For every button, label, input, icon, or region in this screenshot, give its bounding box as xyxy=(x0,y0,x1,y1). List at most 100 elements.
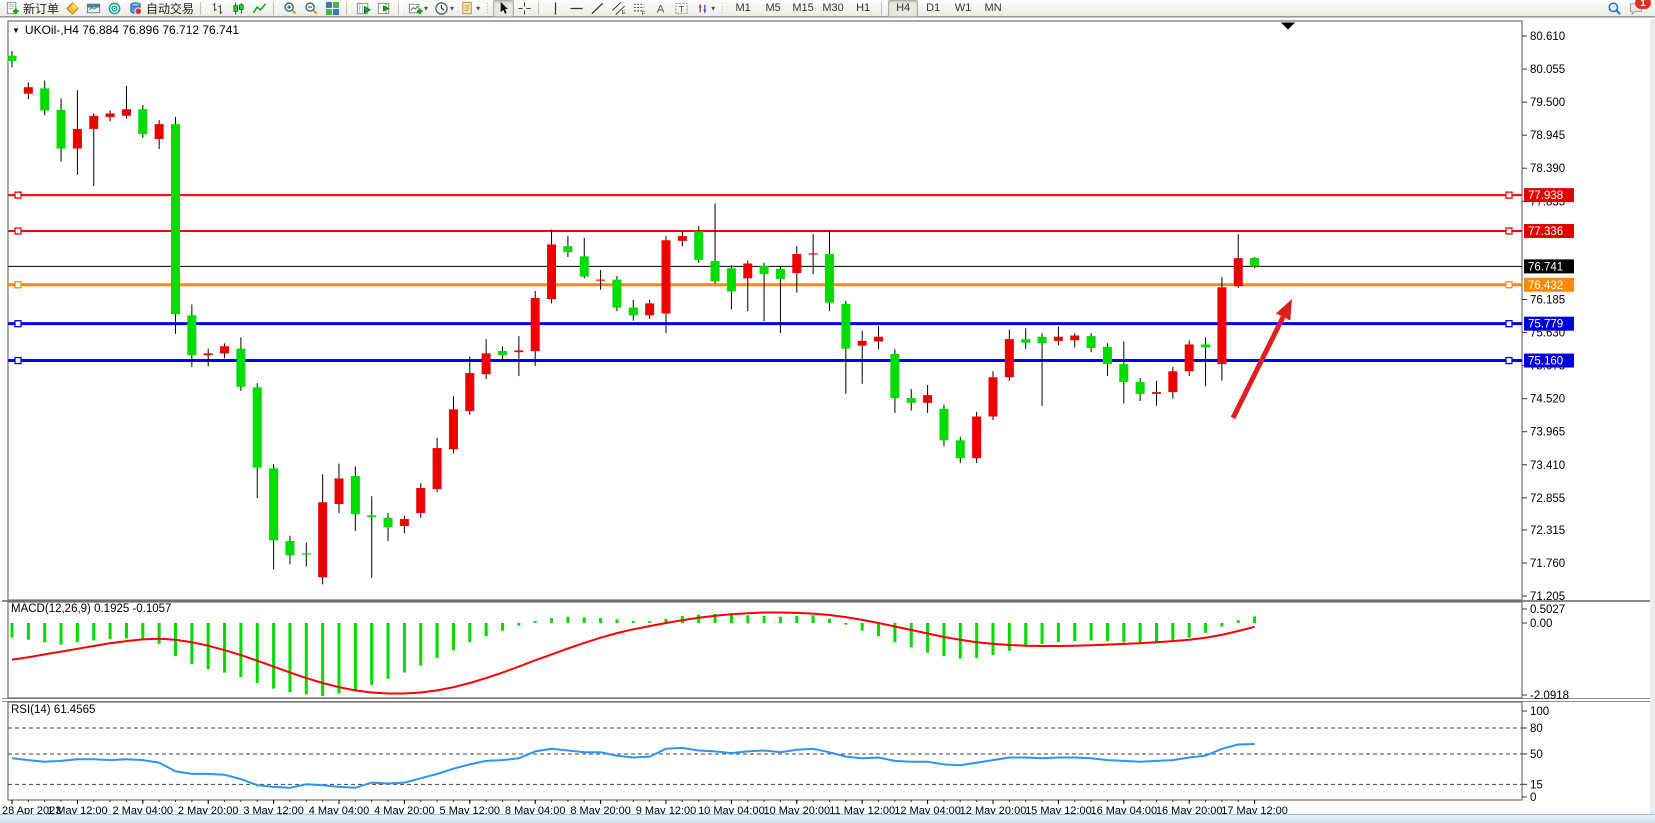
fibonacci-button[interactable]: F xyxy=(629,0,650,17)
auto-scroll-button[interactable] xyxy=(353,0,374,17)
line-handle[interactable] xyxy=(1506,192,1512,198)
candle-body xyxy=(1217,287,1226,364)
line-handle[interactable] xyxy=(15,192,21,198)
tile-windows-button[interactable] xyxy=(322,0,343,17)
line-handle[interactable] xyxy=(15,321,21,327)
arrow-shaft[interactable] xyxy=(1233,317,1283,418)
chart-window-button[interactable] xyxy=(83,0,104,17)
line-handle[interactable] xyxy=(1506,228,1512,234)
line-handle[interactable] xyxy=(1506,321,1512,327)
chevron-down-icon[interactable]: ▾ xyxy=(450,4,454,13)
line-chart-button[interactable] xyxy=(249,0,270,17)
axis-tick-label: 71.205 xyxy=(1530,591,1565,603)
new-chart-button[interactable]: ▾ xyxy=(405,0,431,17)
tf-mn-button[interactable]: MN xyxy=(978,0,1008,17)
price-axis[interactable]: 80.61080.05579.50078.94578.39077.83576.1… xyxy=(1522,31,1569,804)
tf-d1-button[interactable]: D1 xyxy=(918,0,948,17)
text-button[interactable]: A xyxy=(650,0,671,17)
tf-m5-button[interactable]: M5 xyxy=(758,0,788,17)
svg-text:E: E xyxy=(622,10,626,16)
candle-body xyxy=(8,56,17,61)
crosshair-button[interactable] xyxy=(514,0,535,17)
axis-tick-label: 72.315 xyxy=(1530,525,1565,537)
candle-body xyxy=(384,518,393,528)
chevron-down-icon[interactable]: ▾ xyxy=(476,4,480,13)
price-chart[interactable]: 80.61080.05579.50078.94578.39077.83576.1… xyxy=(0,18,1655,823)
fibonacci-icon: F xyxy=(632,1,647,16)
toolbar-drag-handle[interactable] xyxy=(486,2,490,14)
chat-button-wrap[interactable]: 1 xyxy=(1628,1,1644,16)
templates-button[interactable]: ▾ xyxy=(457,0,483,17)
candles-chart-icon xyxy=(231,1,246,16)
cursor-button[interactable] xyxy=(493,0,514,17)
search-button[interactable] xyxy=(1604,0,1625,17)
arrows-button[interactable]: ▾ xyxy=(692,0,718,17)
zoom-in-button[interactable] xyxy=(280,0,301,17)
notification-badge: 1 xyxy=(1635,0,1651,9)
new-order-button[interactable]: 新订单 xyxy=(2,0,62,17)
chevron-down-icon[interactable]: ▾ xyxy=(424,4,428,13)
chart-shift-button[interactable] xyxy=(374,0,395,17)
tf-w1-button[interactable]: W1 xyxy=(948,0,978,17)
vertical-line-button[interactable] xyxy=(545,0,566,17)
candle-body xyxy=(694,231,703,260)
signal-icon xyxy=(107,1,122,16)
line-handle[interactable] xyxy=(15,228,21,234)
new-chart-icon xyxy=(408,1,423,16)
line-handle[interactable] xyxy=(15,282,21,288)
line-handle[interactable] xyxy=(1506,282,1512,288)
chart-shift-marker[interactable] xyxy=(1281,23,1295,30)
chart-window: 80.61080.05579.50078.94578.39077.83576.1… xyxy=(0,17,1655,814)
signal-button[interactable] xyxy=(104,0,125,17)
hline-icon xyxy=(569,1,584,16)
axis-tick-label: 0.00 xyxy=(1530,618,1552,630)
collapse-triangle-icon[interactable]: ▼ xyxy=(12,26,20,35)
label-button[interactable]: T xyxy=(671,0,692,17)
tf-h1-button[interactable]: H1 xyxy=(848,0,878,17)
bar-chart-button[interactable] xyxy=(207,0,228,17)
template-icon xyxy=(460,1,475,16)
metatrader-window: { "toolbar": { "new_order_label": "新订单",… xyxy=(0,0,1655,823)
bottom-strip xyxy=(0,814,1655,823)
candle-body xyxy=(711,261,720,281)
annotation-arrow[interactable] xyxy=(1233,299,1292,418)
line-handle[interactable] xyxy=(15,358,21,364)
zoom-out-button[interactable] xyxy=(301,0,322,17)
line-handle[interactable] xyxy=(1506,358,1512,364)
candle-body xyxy=(449,409,458,449)
candle-body xyxy=(351,476,360,514)
candle-body xyxy=(939,409,948,441)
channel-button[interactable]: E xyxy=(608,0,629,17)
vline-icon xyxy=(548,1,563,16)
candle-body xyxy=(874,337,883,342)
horizontal-line-button[interactable] xyxy=(566,0,587,17)
candle-body xyxy=(204,353,213,355)
trendline-button[interactable] xyxy=(587,0,608,17)
toolbar-drag-handle[interactable] xyxy=(721,2,725,14)
tf-m15-button[interactable]: M15 xyxy=(788,0,818,17)
periods-button[interactable]: ▾ xyxy=(431,0,457,17)
search-icon xyxy=(1607,1,1622,16)
candle-body xyxy=(106,113,115,117)
metaeditor-button[interactable] xyxy=(62,0,83,17)
candle-body xyxy=(760,266,769,274)
candlestick-chart-button[interactable] xyxy=(228,0,249,17)
candle-body xyxy=(40,88,49,110)
axis-tick-label: 72.855 xyxy=(1530,493,1565,505)
candle-body xyxy=(465,373,474,411)
candle-body xyxy=(24,87,33,94)
autotrading-button[interactable]: 自动交易 xyxy=(125,0,197,17)
new-order-icon xyxy=(5,1,20,16)
toolbar-separator xyxy=(273,2,277,15)
tf-m30-button[interactable]: M30 xyxy=(818,0,848,17)
toolbar-separator xyxy=(881,2,885,15)
chat-button[interactable]: 1 xyxy=(1625,0,1655,17)
tf-h4-button[interactable]: H4 xyxy=(888,0,918,17)
rsi-pane xyxy=(8,728,1522,788)
chevron-down-icon[interactable]: ▾ xyxy=(711,4,715,13)
candle-body xyxy=(416,488,425,513)
axis-tick-label: 79.500 xyxy=(1530,97,1565,109)
diamond-icon xyxy=(65,1,80,16)
tf-m1-button[interactable]: M1 xyxy=(728,0,758,17)
horizontal-line-objects[interactable] xyxy=(8,192,1522,363)
